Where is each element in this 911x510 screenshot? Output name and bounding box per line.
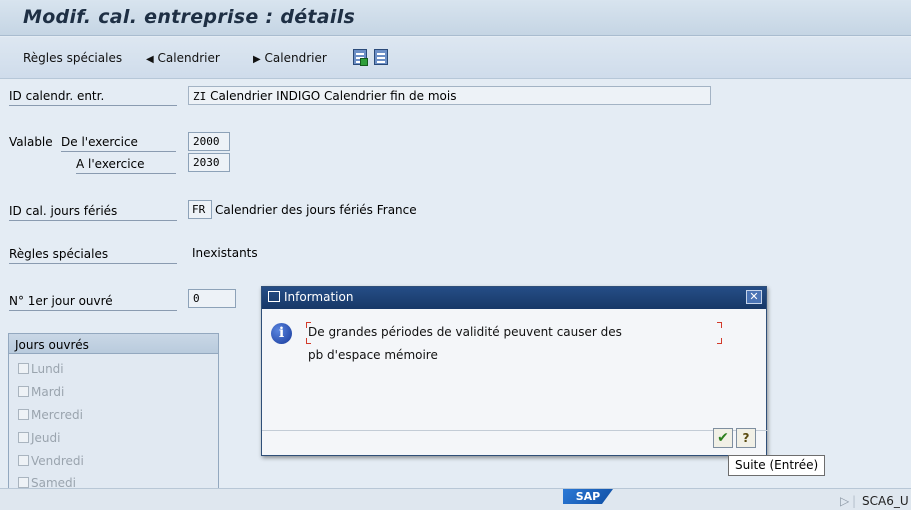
checkbox-icon — [18, 409, 29, 420]
checkbox-icon — [18, 455, 29, 466]
checkbox-label: Jeudi — [31, 431, 61, 445]
checkbox-friday[interactable]: Vendredi — [18, 454, 84, 468]
checkbox-wednesday[interactable]: Mercredi — [18, 408, 83, 422]
calendar-id-code: ZI — [193, 90, 207, 103]
checkbox-label: Mardi — [31, 385, 65, 399]
valid-label: Valable — [9, 135, 53, 149]
from-year-label: De l'exercice — [61, 135, 176, 152]
arrow-right-icon: ▶ — [253, 54, 261, 65]
system-id: SCA6_U — [862, 494, 909, 508]
checkbox-tuesday[interactable]: Mardi — [18, 385, 64, 399]
application-toolbar: Règles spéciales ◀ Calendrier ▶ Calendri… — [0, 37, 911, 79]
page-title: Modif. cal. entreprise : détails — [23, 6, 356, 28]
continue-button[interactable]: ✔ — [713, 428, 733, 448]
holiday-calendar-text: Calendrier des jours fériés France — [215, 203, 417, 217]
document-list-icon[interactable] — [374, 49, 388, 65]
dialog-title-bar: Information ✕ — [262, 287, 766, 309]
first-workday-label: N° 1er jour ouvré — [9, 294, 177, 311]
help-button[interactable]: ? — [736, 428, 756, 448]
status-bar — [0, 488, 911, 510]
special-rules-value: Inexistants — [192, 246, 258, 260]
workdays-group: Jours ouvrés Lundi Mardi Mercredi Jeudi … — [8, 333, 219, 493]
dialog-message-line1: De grandes périodes de validité peuvent … — [308, 325, 622, 339]
info-icon: i — [271, 323, 292, 344]
selection-corner-icon — [717, 338, 722, 344]
title-bar: Modif. cal. entreprise : détails — [0, 0, 911, 36]
to-year-field[interactable]: 2030 — [188, 153, 230, 172]
document-detail-icon[interactable] — [353, 49, 368, 66]
close-button[interactable]: ✕ — [746, 290, 762, 304]
holiday-calendar-label: ID cal. jours fériés — [9, 204, 177, 221]
next-calendar-button[interactable]: ▶ Calendrier — [253, 51, 327, 65]
checkbox-thursday[interactable]: Jeudi — [18, 431, 60, 445]
workdays-title: Jours ouvrés — [9, 334, 218, 354]
special-rules-label: Règles spéciales — [9, 247, 177, 264]
previous-calendar-button[interactable]: ◀ Calendrier — [146, 51, 220, 65]
dialog-message-line2: pb d'espace mémoire — [308, 348, 438, 362]
checkbox-label: Mercredi — [31, 408, 84, 422]
continue-tooltip: Suite (Entrée) — [728, 455, 826, 476]
status-separator: | — [852, 494, 857, 508]
information-dialog: Information ✕ i De grandes périodes de v… — [261, 286, 768, 456]
first-workday-field[interactable]: 0 — [188, 289, 236, 308]
checkbox-label: Vendredi — [31, 454, 84, 468]
status-arrow-icon[interactable]: ▷ — [840, 494, 849, 508]
checkbox-icon — [18, 386, 29, 397]
previous-calendar-label: Calendrier — [157, 51, 220, 65]
checkbox-icon — [18, 432, 29, 443]
selection-corner-icon — [717, 322, 722, 328]
checkbox-label: Lundi — [31, 362, 64, 376]
calendar-id-text: Calendrier INDIGO Calendrier fin de mois — [210, 89, 457, 103]
next-calendar-label: Calendrier — [264, 51, 327, 65]
dialog-divider — [262, 430, 768, 431]
calendar-id-label: ID calendr. entr. — [9, 89, 177, 106]
from-year-field[interactable]: 2000 — [188, 132, 230, 151]
checkbox-icon — [18, 477, 29, 488]
window-icon — [268, 291, 280, 302]
special-rules-button[interactable]: Règles spéciales — [23, 51, 122, 65]
checkbox-icon — [18, 363, 29, 374]
checkbox-monday[interactable]: Lundi — [18, 362, 64, 376]
holiday-calendar-code-field[interactable]: FR — [188, 200, 212, 219]
calendar-id-field[interactable]: ZI Calendrier INDIGO Calendrier fin de m… — [188, 86, 711, 105]
arrow-left-icon: ◀ — [146, 54, 154, 65]
dialog-title: Information — [284, 290, 354, 304]
to-year-label: A l'exercice — [76, 157, 176, 174]
